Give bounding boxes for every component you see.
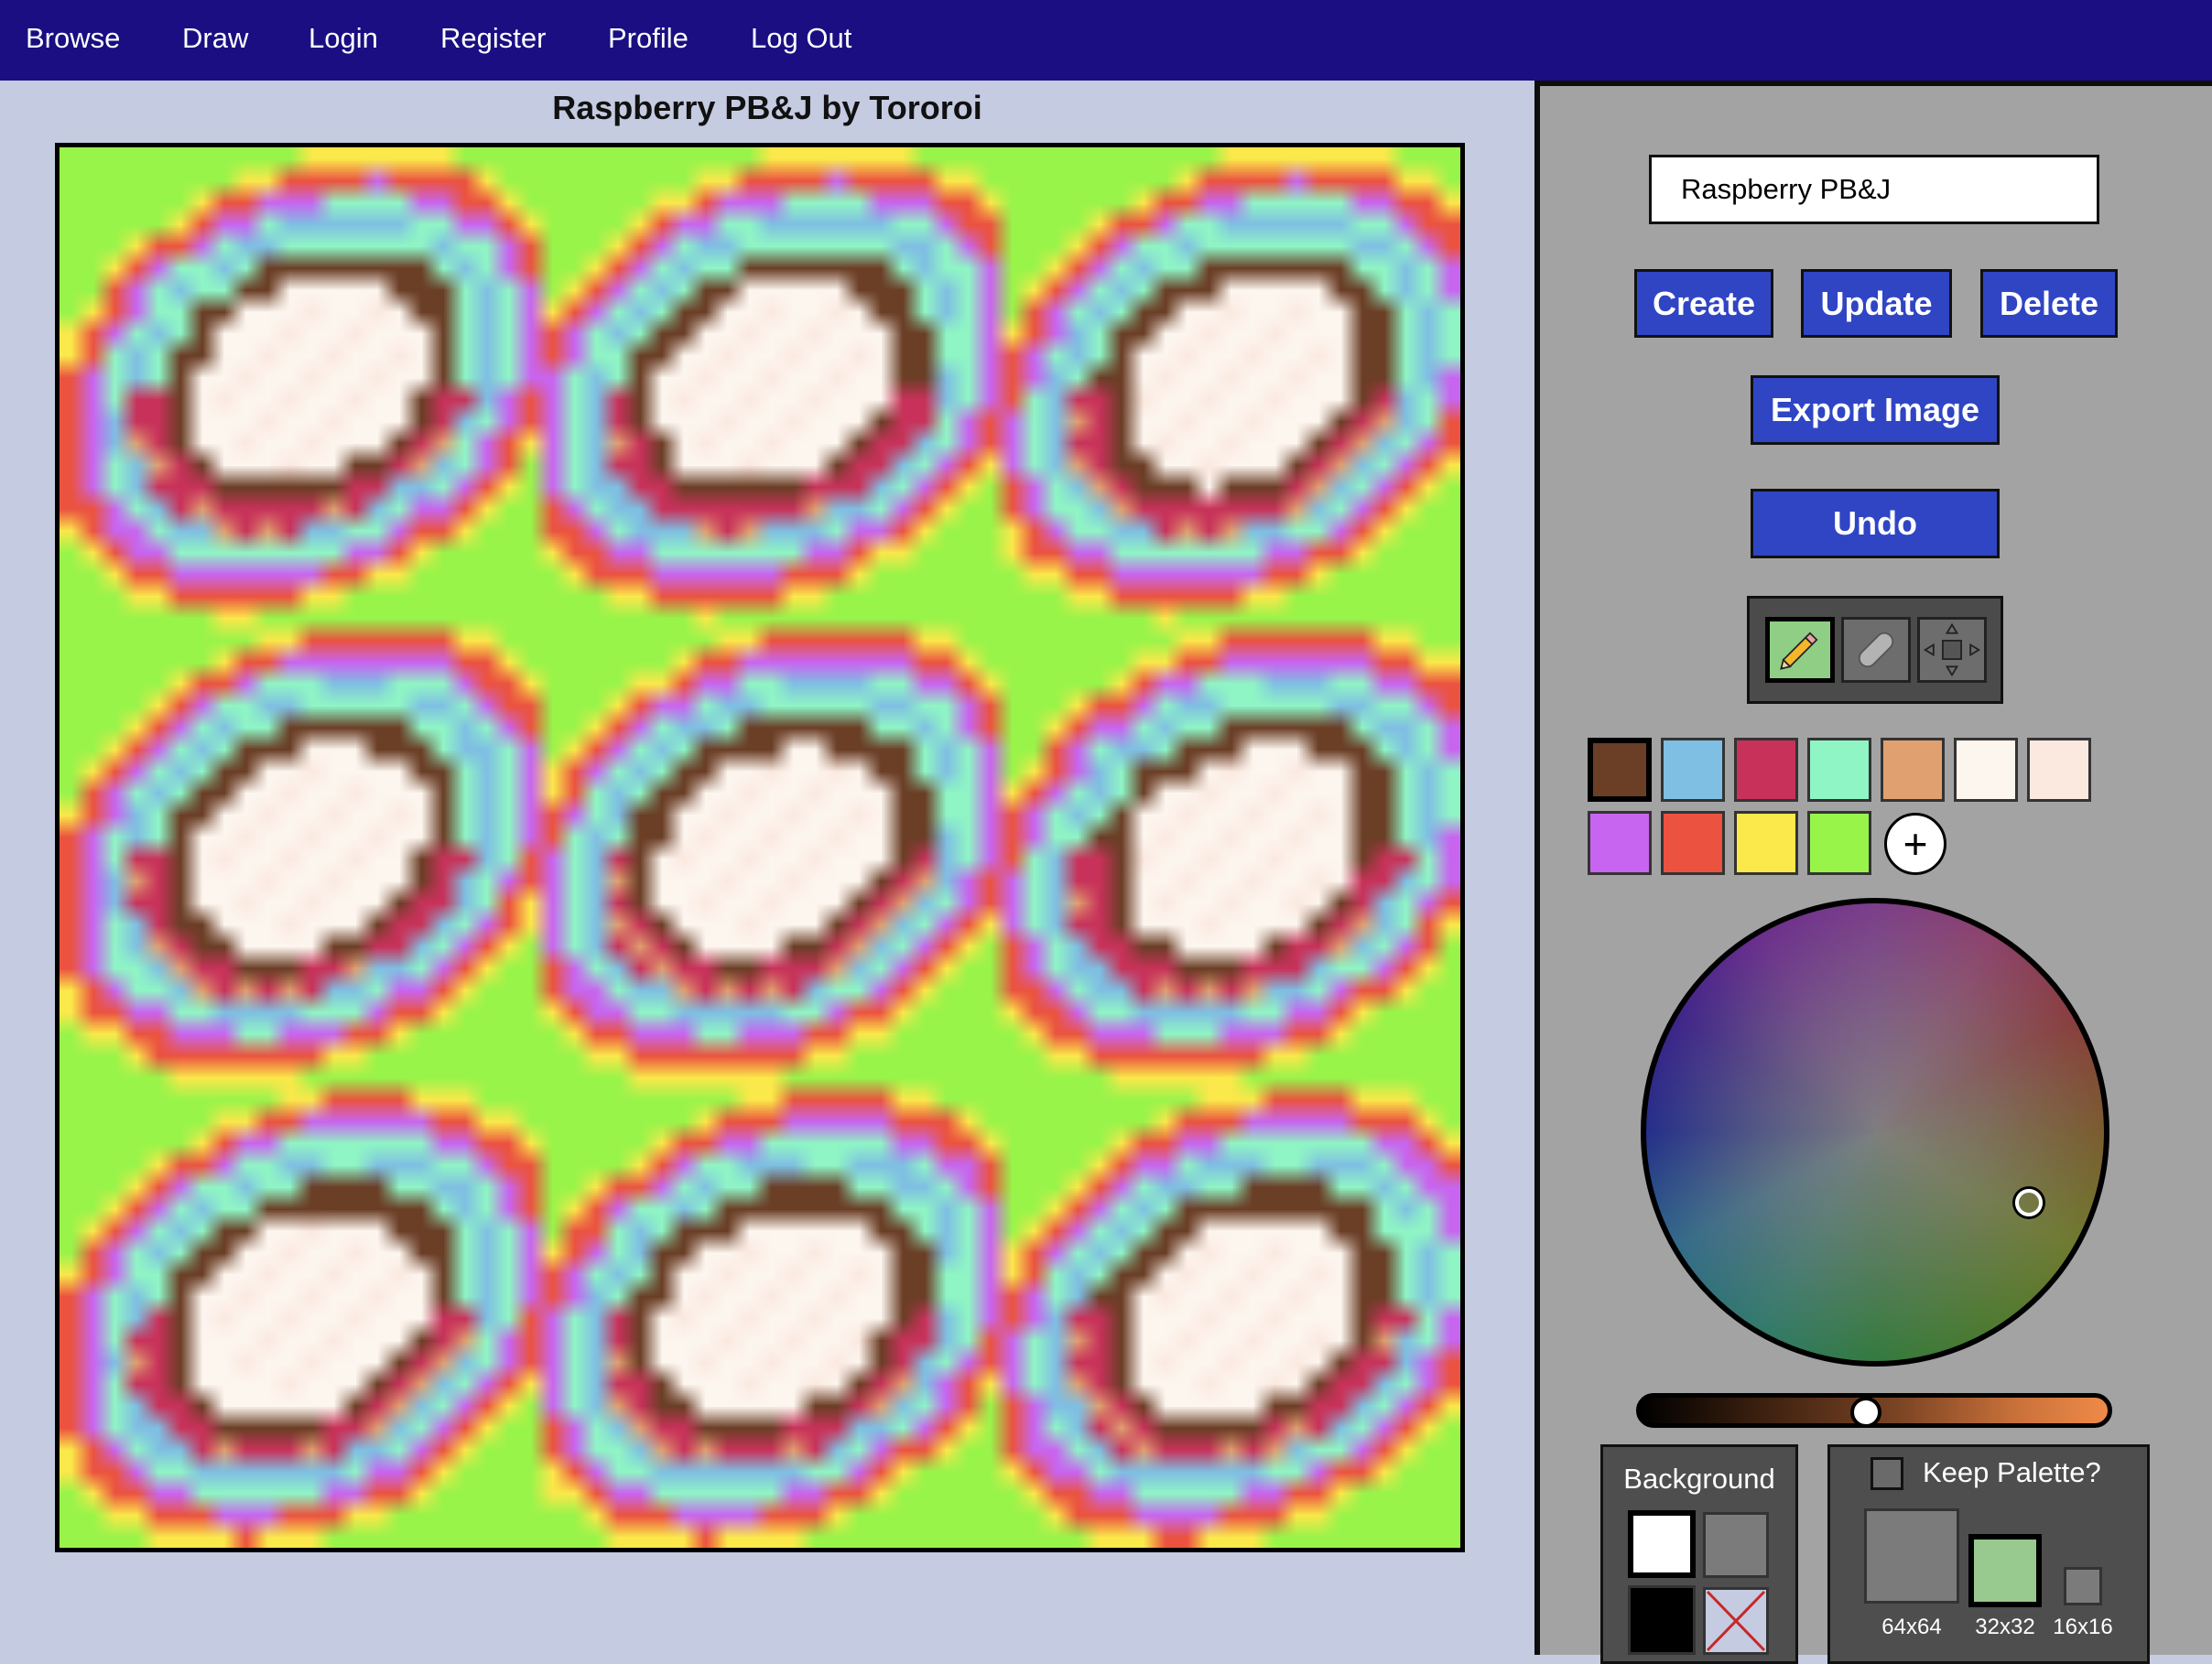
- add-color-button[interactable]: +: [1884, 813, 1946, 875]
- delete-button[interactable]: Delete: [1980, 269, 2118, 338]
- pixel-canvas-frame: [55, 143, 1465, 1552]
- size-16x16-label: 16x16: [2053, 1615, 2113, 1639]
- export-image-button[interactable]: Export Image: [1751, 375, 2000, 445]
- color-wheel[interactable]: [1641, 898, 2109, 1367]
- size-16x16-option[interactable]: [2064, 1567, 2102, 1605]
- navbar: Browse Draw Login Register Profile Log O…: [0, 0, 2212, 81]
- swatch-green[interactable]: [1807, 811, 1871, 875]
- undo-button[interactable]: Undo: [1751, 489, 2000, 558]
- nav-draw[interactable]: Draw: [182, 18, 248, 59]
- swatch-yellow[interactable]: [1734, 811, 1798, 875]
- tool-selector: [1747, 596, 2003, 704]
- title-input[interactable]: [1649, 155, 2099, 224]
- brightness-slider-handle[interactable]: [1850, 1397, 1881, 1428]
- background-label: Background: [1623, 1463, 1775, 1495]
- nav-log-out[interactable]: Log Out: [751, 18, 851, 59]
- update-button[interactable]: Update: [1801, 269, 1952, 338]
- background-transparent-option[interactable]: [1703, 1587, 1769, 1655]
- swatch-light-blue[interactable]: [1661, 738, 1725, 802]
- nav-profile[interactable]: Profile: [608, 18, 689, 59]
- keep-palette-checkbox[interactable]: [1870, 1457, 1903, 1490]
- keep-palette-label: Keep Palette?: [1923, 1456, 2101, 1488]
- nav-register[interactable]: Register: [440, 18, 546, 59]
- background-gray-option[interactable]: [1703, 1512, 1769, 1578]
- swatch-mint[interactable]: [1807, 738, 1871, 802]
- move-icon[interactable]: [1917, 617, 1987, 683]
- create-button[interactable]: Create: [1634, 269, 1773, 338]
- size-64x64-option[interactable]: [1864, 1508, 1959, 1604]
- swatch-red[interactable]: [1661, 811, 1725, 875]
- size-64x64-label: 64x64: [1881, 1615, 1942, 1639]
- eraser-icon[interactable]: [1841, 617, 1911, 683]
- nav-login[interactable]: Login: [309, 18, 378, 59]
- nav-browse[interactable]: Browse: [26, 18, 120, 59]
- swatch-cream[interactable]: [1954, 738, 2018, 802]
- swatch-purple[interactable]: [1588, 811, 1652, 875]
- size-32x32-option[interactable]: [1968, 1534, 2042, 1607]
- pixel-canvas[interactable]: [60, 147, 1460, 1548]
- background-black-option[interactable]: [1628, 1585, 1696, 1655]
- size-32x32-label: 32x32: [1975, 1615, 2035, 1639]
- swatch-peach[interactable]: [2027, 738, 2091, 802]
- swatch-tan[interactable]: [1881, 738, 1945, 802]
- background-white-option[interactable]: [1628, 1510, 1696, 1578]
- pencil-icon[interactable]: [1765, 617, 1835, 683]
- swatch-raspberry[interactable]: [1734, 738, 1798, 802]
- color-wheel-cursor[interactable]: [2015, 1189, 2043, 1216]
- drawing-title: Raspberry PB&J by Tororoi: [552, 89, 982, 126]
- swatch-brown[interactable]: [1588, 738, 1652, 802]
